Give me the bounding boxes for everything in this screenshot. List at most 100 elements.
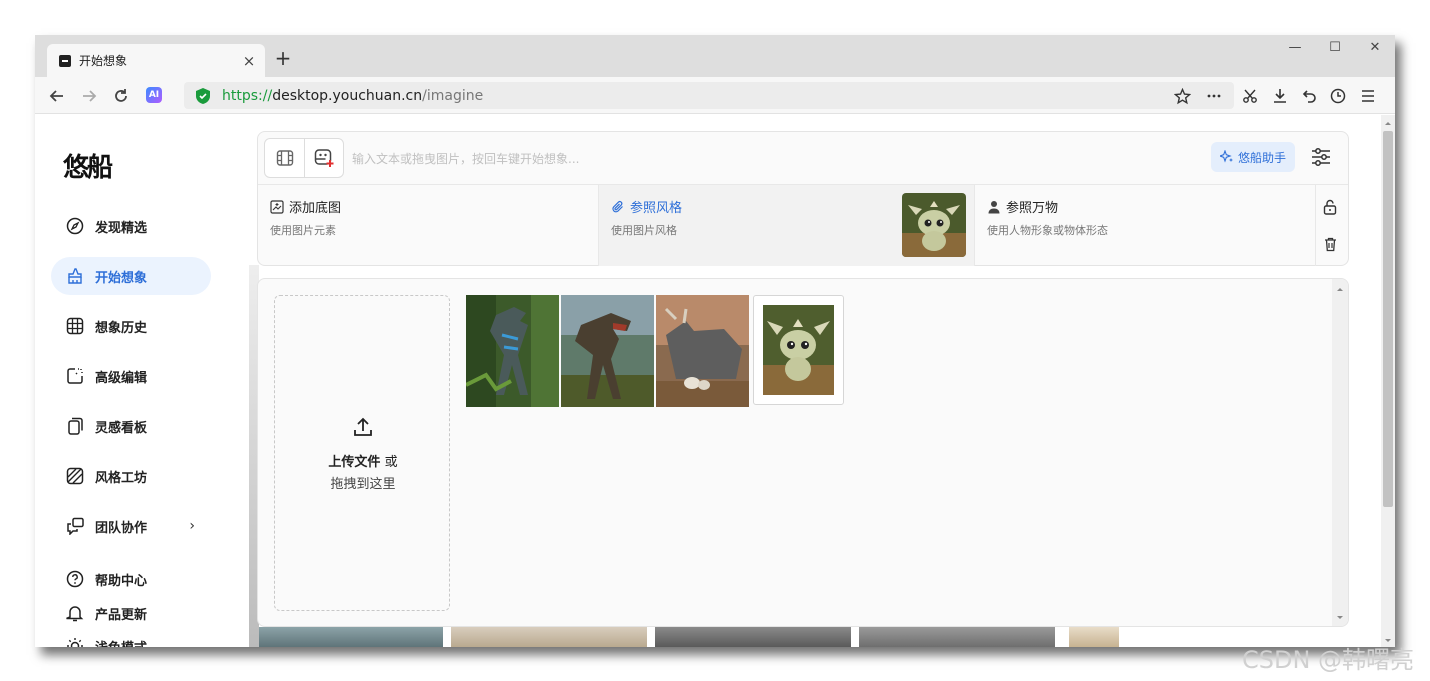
brush-icon xyxy=(65,266,85,286)
baby-dragon-image xyxy=(902,193,966,257)
scissors-icon xyxy=(1243,89,1257,103)
settings-button[interactable] xyxy=(1310,146,1334,170)
page-scroll-thumb[interactable] xyxy=(1383,131,1393,507)
app-logo[interactable]: 悠船 xyxy=(63,147,113,184)
theme-toggle-label: 浅色模式 xyxy=(95,637,147,648)
assistant-label: 悠船助手 xyxy=(1237,150,1286,165)
more-menu-button[interactable] xyxy=(1203,85,1225,107)
gallery-thumb[interactable] xyxy=(259,627,443,647)
bell-icon xyxy=(65,603,85,623)
navigation-bar: AI https://desktop.youchuan.cn/imagine xyxy=(35,77,1395,114)
sidebar-item-label: 高级编辑 xyxy=(95,370,148,386)
imagine-panel: 输入文本或拖曳图片，按回车键开始想象... 悠船助手 添加底图 使用图片元素 参… xyxy=(257,131,1349,266)
hamburger-menu-button[interactable] xyxy=(1357,85,1379,107)
hatch-icon xyxy=(65,466,85,486)
sidebar-item-advanced-edit[interactable]: 高级编辑 xyxy=(51,357,211,395)
upload-dropzone[interactable]: 上传文件 或 拖拽到这里 xyxy=(274,295,450,611)
product-updates-link[interactable]: 产品更新 xyxy=(65,603,147,623)
reference-add-base-image[interactable]: 添加底图 使用图片元素 xyxy=(258,185,599,266)
product-updates-label: 产品更新 xyxy=(95,607,148,623)
image-add-icon xyxy=(314,149,334,167)
help-center-label: 帮助中心 xyxy=(95,573,148,589)
reference-subtitle: 使用图片元素 xyxy=(270,224,336,237)
mode-toggle-group xyxy=(264,138,344,178)
star-icon xyxy=(1173,87,1191,104)
delete-button[interactable] xyxy=(1324,237,1337,256)
close-window-button[interactable]: ✕ xyxy=(1365,40,1385,55)
chat-icon xyxy=(65,516,85,536)
tab-title: 开始想象 xyxy=(79,54,128,68)
sparkle-icon xyxy=(1219,150,1233,163)
maximize-button[interactable]: ☐ xyxy=(1325,40,1345,55)
dinosaur-trex-thumb[interactable] xyxy=(561,295,654,407)
sidebar-item-label: 风格工坊 xyxy=(95,470,148,486)
dinosaur-triceratops-thumb[interactable] xyxy=(656,295,749,407)
ai-assistant-icon[interactable]: AI xyxy=(146,87,162,103)
download-button[interactable] xyxy=(1269,85,1291,107)
minimize-button[interactable]: — xyxy=(1285,40,1305,55)
url-host: desktop.youchuan.cn xyxy=(272,87,423,104)
help-icon xyxy=(65,569,85,589)
arrow-right-icon xyxy=(83,90,97,102)
site-favicon-icon xyxy=(59,54,71,67)
tab-bar: 开始想象 × + — ☐ ✕ xyxy=(35,35,1395,77)
reference-style[interactable]: 参照风格 使用图片风格 xyxy=(599,185,975,266)
unlock-icon xyxy=(1323,199,1337,215)
secure-shield-icon xyxy=(196,87,210,104)
upload-file-link[interactable]: 上传文件 xyxy=(328,455,380,470)
undo-close-button[interactable] xyxy=(1299,85,1321,107)
screenshot-button[interactable] xyxy=(1239,85,1261,107)
reference-row: 添加底图 使用图片元素 参照风格 使用图片风格 参照万物 使用人物形象或物体形态 xyxy=(258,185,1348,266)
tab-close-button[interactable]: × xyxy=(237,52,261,70)
reload-button[interactable] xyxy=(110,85,132,107)
image-mode-button[interactable] xyxy=(304,139,343,177)
address-bar[interactable]: https://desktop.youchuan.cn/imagine xyxy=(184,82,1234,109)
new-tab-button[interactable]: + xyxy=(273,47,293,69)
help-center-link[interactable]: 帮助中心 xyxy=(65,569,147,589)
gallery-thumb[interactable] xyxy=(859,627,1055,647)
sidebar-item-label: 开始想象 xyxy=(95,270,148,286)
gallery-thumb[interactable] xyxy=(451,627,647,647)
assistant-button[interactable]: 悠船助手 xyxy=(1211,142,1295,172)
prompt-input[interactable]: 输入文本或拖曳图片，按回车键开始想象... xyxy=(352,150,579,167)
forward-button[interactable] xyxy=(78,85,100,107)
sidebar-item-moodboard[interactable]: 灵感看板 xyxy=(51,407,211,445)
upload-or-text: 或 xyxy=(380,455,398,470)
sidebar-item-discover[interactable]: 发现精选 xyxy=(51,207,211,245)
upload-panel-scrollbar[interactable] xyxy=(1332,279,1348,626)
sidebar-item-label: 团队协作 xyxy=(95,520,148,536)
trex-image xyxy=(561,295,654,407)
upload-icon xyxy=(354,417,372,436)
image-add-icon xyxy=(270,199,284,214)
baby-dragon-thumb[interactable] xyxy=(753,295,844,405)
trash-icon xyxy=(1325,237,1336,252)
unlock-button[interactable] xyxy=(1323,199,1337,219)
sidebar-item-style-workshop[interactable]: 风格工坊 xyxy=(51,457,211,495)
person-icon xyxy=(987,200,1001,214)
reference-subtitle: 使用人物形象或物体形态 xyxy=(987,224,1108,237)
url-scheme: https:// xyxy=(222,87,273,104)
sidebar-item-imagine[interactable]: 开始想象 xyxy=(51,257,211,295)
sidebar-item-team[interactable]: 团队协作 › xyxy=(51,507,211,545)
drag-here-text: 拖拽到这里 xyxy=(330,477,396,492)
reference-title: 参照万物 xyxy=(987,197,1303,216)
menu-icon xyxy=(1362,90,1374,102)
edit-frame-icon xyxy=(65,366,85,386)
video-mode-button[interactable] xyxy=(265,139,304,177)
browser-tab[interactable]: 开始想象 × xyxy=(47,44,265,77)
reference-character[interactable]: 参照万物 使用人物形象或物体形态 xyxy=(975,185,1316,266)
history-button[interactable] xyxy=(1327,85,1349,107)
sidebar-item-history[interactable]: 想象历史 xyxy=(51,307,211,345)
bookmark-star-button[interactable] xyxy=(1171,85,1193,107)
page-scrollbar[interactable] xyxy=(1381,115,1395,647)
compass-icon xyxy=(65,216,85,236)
url-path: /imagine xyxy=(422,87,484,104)
style-reference-thumbnail[interactable] xyxy=(902,193,966,257)
raptor-image xyxy=(466,295,559,407)
dinosaur-raptor-thumb[interactable] xyxy=(466,295,559,407)
back-button[interactable] xyxy=(46,85,68,107)
upload-instruction: 上传文件 或 xyxy=(275,451,451,470)
theme-toggle[interactable]: 浅色模式 xyxy=(65,636,147,647)
gallery-thumb[interactable] xyxy=(1069,627,1119,647)
gallery-thumb[interactable] xyxy=(655,627,851,647)
